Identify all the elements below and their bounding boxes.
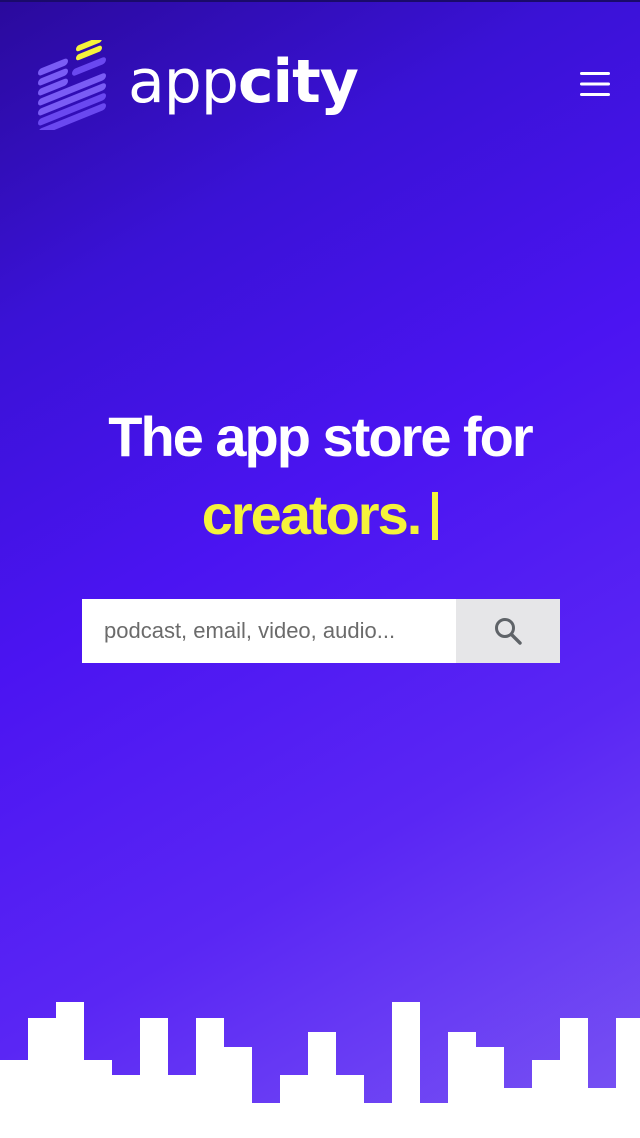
search-input[interactable] <box>82 599 456 663</box>
brand-name-light: app <box>128 47 239 117</box>
headline-accent-text: creators. <box>201 483 423 546</box>
headline-text: The app store for <box>108 405 533 468</box>
home-logo-link[interactable]: appcity <box>32 40 359 130</box>
brand-name-bold: city <box>237 47 359 117</box>
hero-headline: The app store for creators. <box>0 398 640 554</box>
brand-wordmark: appcity <box>128 52 359 112</box>
search-button[interactable] <box>456 599 560 663</box>
typing-caret <box>432 492 439 540</box>
hero-section: appcity The app store for creators. <box>0 0 640 1138</box>
hamburger-menu-icon <box>580 72 610 96</box>
search-form <box>82 599 560 663</box>
city-skyline-graphic <box>0 1002 640 1138</box>
search-icon <box>495 618 522 645</box>
menu-button[interactable] <box>572 64 618 104</box>
top-border <box>0 0 640 2</box>
appcity-logo-icon <box>38 40 106 130</box>
